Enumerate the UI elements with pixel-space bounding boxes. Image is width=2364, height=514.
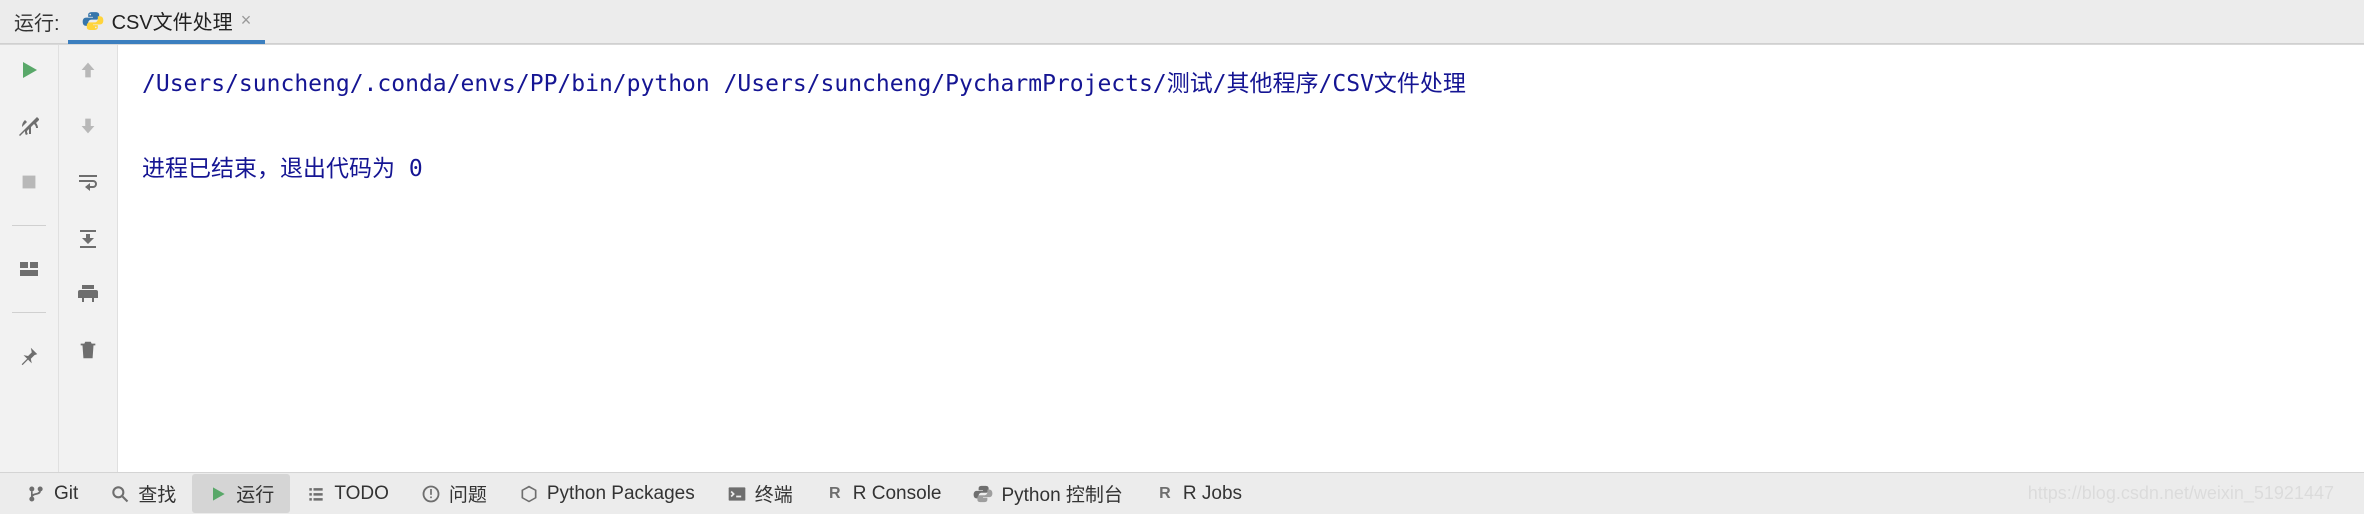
search-icon — [110, 484, 130, 504]
tool-run[interactable]: 运行 — [192, 474, 290, 513]
todo-icon — [306, 484, 326, 504]
tool-label: R Console — [853, 483, 942, 505]
left-toolbar-primary — [0, 45, 59, 472]
watermark: https://blog.csdn.net/weixin_51921447 — [2028, 483, 2354, 504]
play-icon — [208, 484, 228, 504]
console-output[interactable]: /Users/suncheng/.conda/envs/PP/bin/pytho… — [118, 45, 2364, 472]
print-button[interactable] — [71, 279, 105, 309]
r-icon: R — [1155, 484, 1175, 504]
console-line: 进程已结束，退出代码为 0 — [142, 156, 423, 182]
tool-label: Python Packages — [547, 483, 695, 505]
run-config-tab[interactable]: CSV文件处理 × — [68, 1, 266, 44]
run-label: 运行: — [10, 0, 68, 43]
tool-find[interactable]: 查找 — [94, 474, 192, 513]
python-icon — [973, 484, 993, 504]
arrow-down-button[interactable] — [71, 111, 105, 141]
tab-title: CSV文件处理 — [112, 6, 233, 35]
pin-button[interactable] — [12, 341, 46, 371]
tool-label: 终端 — [755, 480, 793, 507]
tool-problems[interactable]: 问题 — [405, 474, 503, 513]
packages-icon — [519, 484, 539, 504]
tool-label: Python 控制台 — [1001, 480, 1122, 507]
debug-button[interactable] — [12, 111, 46, 141]
arrow-up-button[interactable] — [71, 55, 105, 85]
tool-window-bar: Git 查找 运行 TODO 问题 Python Packages — [0, 472, 2364, 514]
scroll-to-end-button[interactable] — [71, 223, 105, 253]
tool-git[interactable]: Git — [10, 477, 94, 511]
tool-label: R Jobs — [1183, 483, 1242, 505]
layout-button[interactable] — [12, 254, 46, 284]
tool-label: 查找 — [138, 480, 176, 507]
tool-terminal[interactable]: 终端 — [711, 474, 809, 513]
tool-label: Git — [54, 483, 78, 505]
tool-python-packages[interactable]: Python Packages — [503, 477, 711, 511]
tool-label: TODO — [334, 483, 389, 505]
tool-r-jobs[interactable]: R R Jobs — [1139, 477, 1258, 511]
tool-r-console[interactable]: R R Console — [809, 477, 958, 511]
soft-wrap-button[interactable] — [71, 167, 105, 197]
console-area: /Users/suncheng/.conda/envs/PP/bin/pytho… — [0, 44, 2364, 472]
git-branch-icon — [26, 484, 46, 504]
close-icon[interactable]: × — [241, 10, 252, 31]
tool-label: 问题 — [449, 480, 487, 507]
console-line: /Users/suncheng/.conda/envs/PP/bin/pytho… — [142, 71, 1466, 97]
left-toolbar-secondary — [59, 45, 118, 472]
tool-label: 运行 — [236, 480, 274, 507]
toolbar-divider — [12, 312, 47, 313]
stop-button[interactable] — [12, 167, 46, 197]
r-icon: R — [825, 484, 845, 504]
run-tool-window-header: 运行: CSV文件处理 × — [0, 0, 2364, 44]
problems-icon — [421, 484, 441, 504]
python-file-icon — [82, 10, 104, 32]
rerun-button[interactable] — [12, 55, 46, 85]
toolbar-divider — [12, 225, 47, 226]
terminal-icon — [727, 484, 747, 504]
tool-python-console[interactable]: Python 控制台 — [957, 474, 1138, 513]
tool-todo[interactable]: TODO — [290, 477, 405, 511]
trash-button[interactable] — [71, 335, 105, 365]
